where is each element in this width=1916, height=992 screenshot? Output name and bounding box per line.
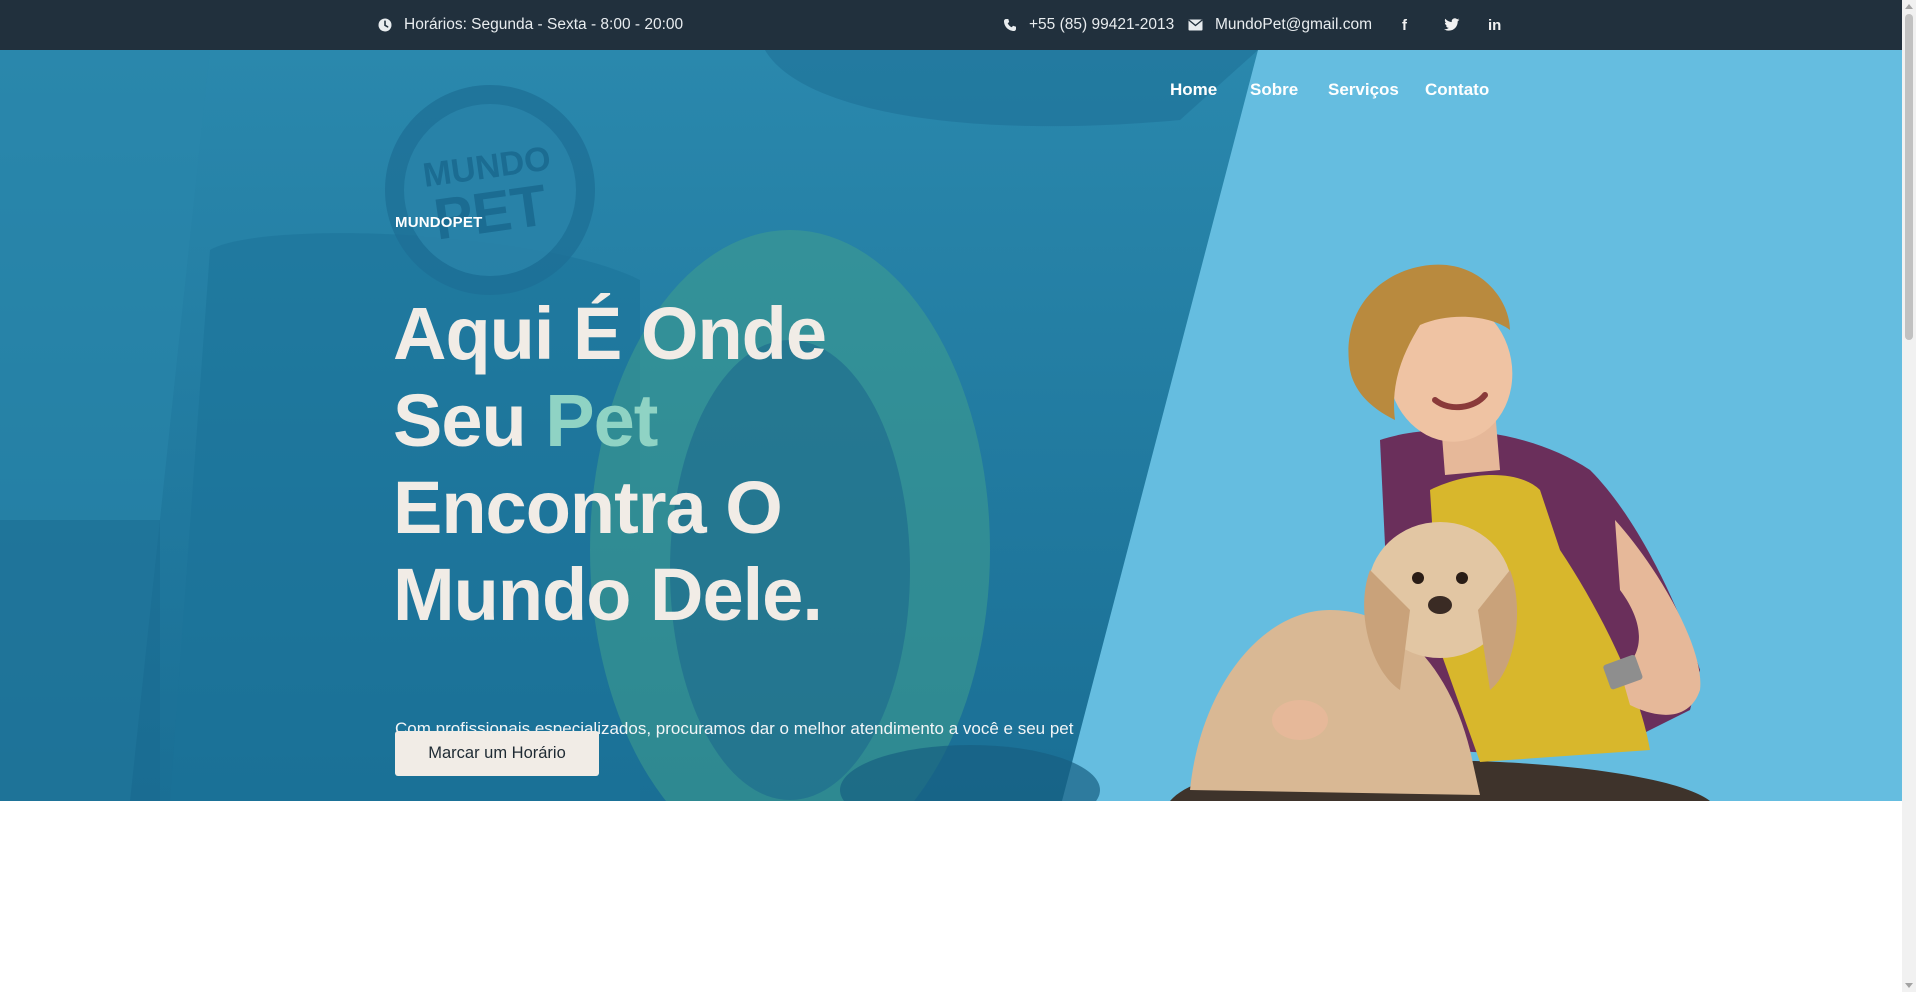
phone-contact[interactable]: +55 (85) 99421-2013 xyxy=(1003,0,1174,50)
groomer-with-dog-image xyxy=(1170,264,1710,801)
scrollbar-thumb[interactable] xyxy=(1905,14,1913,340)
clock-icon xyxy=(378,18,392,32)
email-text: MundoPet@gmail.com xyxy=(1215,16,1373,33)
hero-section: MUNDO PET Home Sobre Serviços Contato MU… xyxy=(0,50,1902,801)
nav-home[interactable]: Home xyxy=(1170,80,1217,100)
page-scrollbar[interactable] xyxy=(1902,0,1916,992)
email-contact[interactable]: MundoPet@gmail.com xyxy=(1188,0,1372,50)
hero-headline: Aqui É Onde Seu Pet Encontra O Mundo Del… xyxy=(393,290,953,638)
twitter-icon[interactable] xyxy=(1444,0,1460,50)
hours-text: Horários: Segunda - Sexta - 8:00 - 20:00 xyxy=(404,16,684,33)
opening-hours: Horários: Segunda - Sexta - 8:00 - 20:00 xyxy=(378,0,683,50)
headline-line-4: Mundo Dele. xyxy=(393,553,823,636)
scroll-up-arrow-icon[interactable] xyxy=(1905,4,1913,9)
phone-text: +55 (85) 99421-2013 xyxy=(1029,16,1175,33)
phone-icon xyxy=(1003,18,1017,32)
nav-sobre[interactable]: Sobre xyxy=(1250,80,1298,100)
brand-label: MUNDOPET xyxy=(395,214,483,231)
book-appointment-button[interactable]: Marcar um Horário xyxy=(395,731,599,776)
headline-line-2-start: Seu xyxy=(393,379,546,462)
top-info-bar: Horários: Segunda - Sexta - 8:00 - 20:00… xyxy=(0,0,1902,50)
headline-line-3: Encontra O xyxy=(393,466,783,549)
facebook-icon[interactable]: f xyxy=(1402,0,1407,50)
main-nav: Home Sobre Serviços Contato xyxy=(0,80,1902,116)
linkedin-icon[interactable]: in xyxy=(1488,0,1501,50)
headline-accent-word: Pet xyxy=(545,379,658,462)
nav-contato[interactable]: Contato xyxy=(1425,80,1489,100)
scroll-down-arrow-icon[interactable] xyxy=(1905,983,1913,988)
envelope-icon xyxy=(1188,19,1203,31)
nav-servicos[interactable]: Serviços xyxy=(1328,80,1399,100)
headline-line-1: Aqui É Onde xyxy=(393,292,827,375)
